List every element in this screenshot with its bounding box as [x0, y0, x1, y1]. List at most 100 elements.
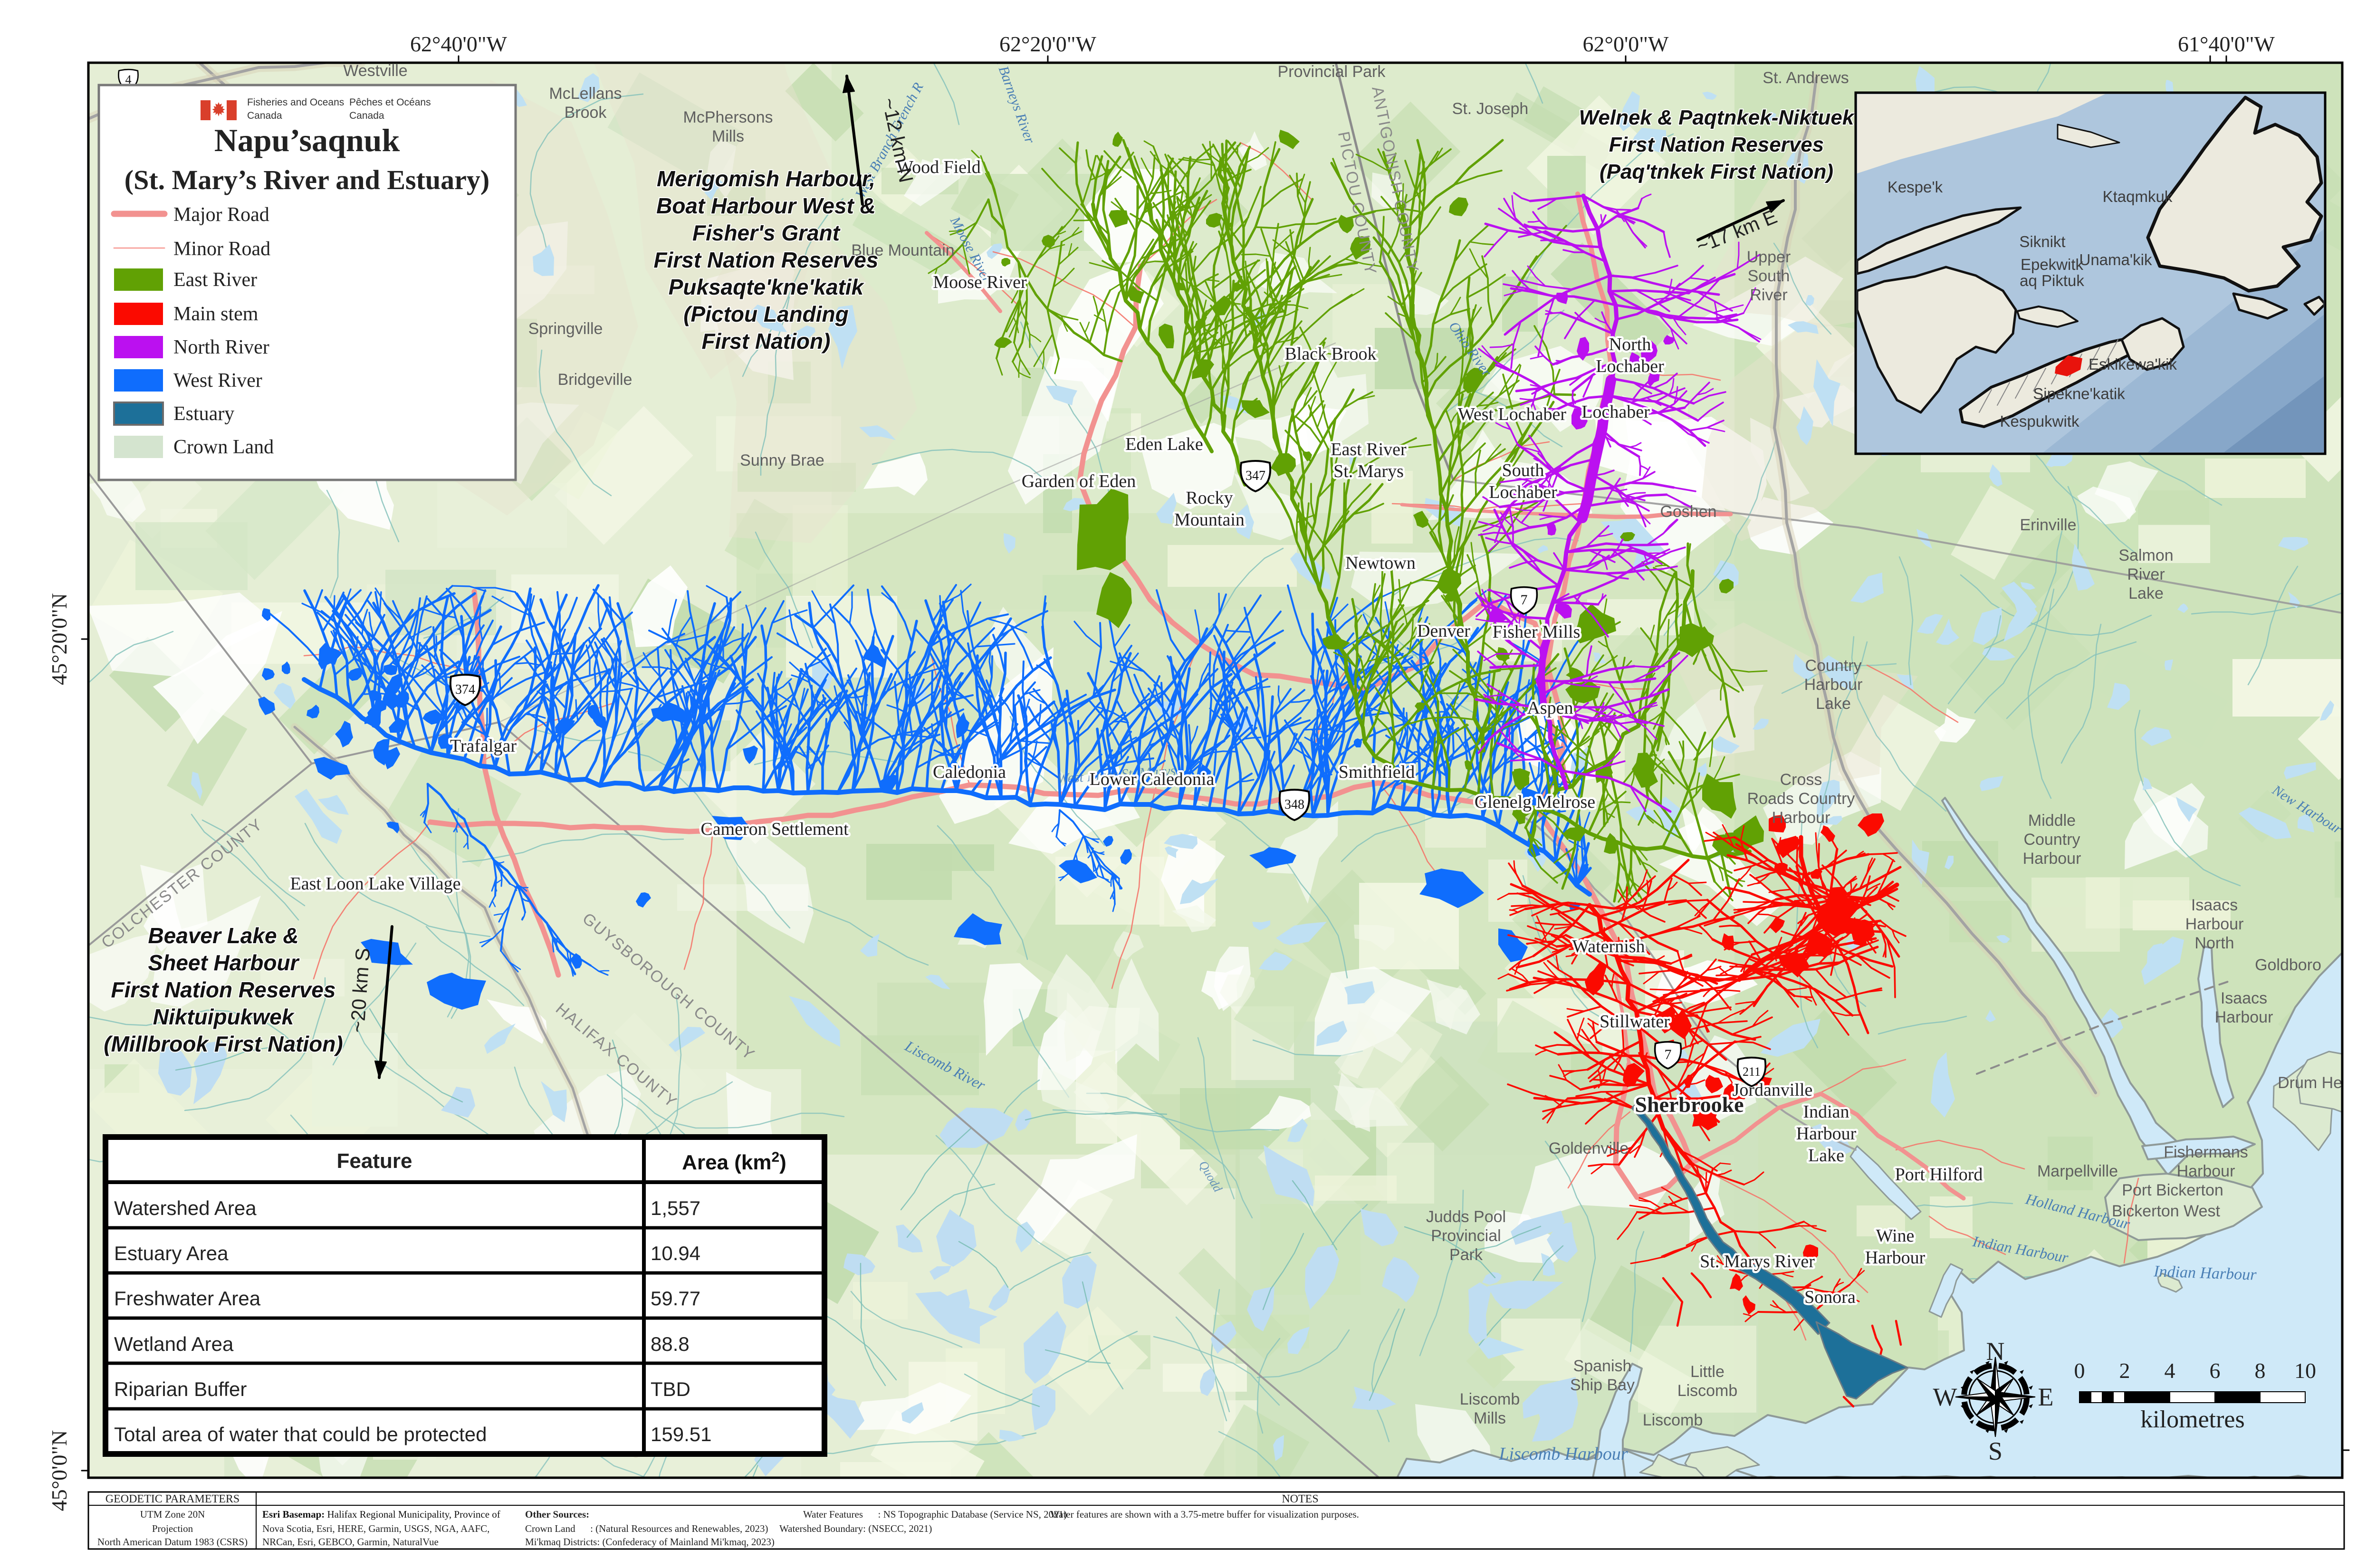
svg-text:Kespe'k: Kespe'k	[1887, 178, 1943, 196]
svg-text:Kespukwitk: Kespukwitk	[2000, 412, 2079, 430]
svg-text:North: North	[1609, 335, 1651, 354]
svg-text:Esri Basemap: Halifax Regional: Esri Basemap: Halifax Regional Municipal…	[262, 1509, 500, 1520]
svg-text:Watershed Boundary: (NSECC, 20: Watershed Boundary: (NSECC, 2021)	[779, 1523, 932, 1534]
svg-text:Wetland Area: Wetland Area	[114, 1333, 234, 1355]
svg-text:2: 2	[2119, 1358, 2130, 1383]
svg-text:Ship Bay: Ship Bay	[1570, 1376, 1635, 1394]
svg-text:62°40'0"W: 62°40'0"W	[410, 32, 507, 56]
svg-text:374: 374	[455, 682, 475, 697]
svg-text:Garden of Eden: Garden of Eden	[1022, 471, 1136, 491]
svg-text:Salmon: Salmon	[2118, 546, 2173, 564]
svg-text:Major Road: Major Road	[173, 204, 269, 226]
svg-text:159.51: 159.51	[651, 1423, 711, 1445]
svg-text:St. Marys River: St. Marys River	[1700, 1252, 1815, 1272]
svg-text:Mills: Mills	[712, 127, 744, 145]
svg-text:Aspen: Aspen	[1527, 698, 1573, 718]
svg-text:Lake: Lake	[1816, 695, 1851, 713]
svg-text:Unama'kik: Unama'kik	[2079, 251, 2152, 268]
svg-text:St. Joseph: St. Joseph	[1452, 100, 1529, 118]
svg-text:Minor Road: Minor Road	[173, 238, 270, 260]
svg-text:Mountain: Mountain	[1174, 510, 1245, 530]
svg-text:Goldboro: Goldboro	[2255, 956, 2321, 974]
svg-text:NOTES: NOTES	[1282, 1493, 1318, 1505]
svg-text:GEODETIC PARAMETERS: GEODETIC PARAMETERS	[105, 1493, 240, 1505]
svg-text:45°0'0"N: 45°0'0"N	[47, 1430, 71, 1511]
svg-text:Westville: Westville	[343, 62, 407, 80]
svg-text:Provincial Park: Provincial Park	[1278, 63, 1386, 81]
svg-text:Goshen: Goshen	[1660, 503, 1716, 521]
svg-text:Glenelg Melrose: Glenelg Melrose	[1475, 792, 1595, 812]
svg-text:10: 10	[2294, 1358, 2316, 1383]
svg-text:First Nation Reserves: First Nation Reserves	[654, 248, 879, 272]
svg-text:Feature: Feature	[337, 1149, 412, 1173]
svg-text:Country: Country	[1805, 657, 1861, 675]
svg-text:6: 6	[2210, 1358, 2221, 1383]
svg-text:8: 8	[2255, 1358, 2266, 1383]
svg-text:North American Datum 1983 (CSR: North American Datum 1983 (CSRS)	[97, 1536, 248, 1548]
svg-text:Riparian Buffer: Riparian Buffer	[114, 1378, 247, 1400]
svg-text:Epekwitk: Epekwitk	[2021, 256, 2084, 273]
svg-text:Lower Caledonia: Lower Caledonia	[1090, 769, 1215, 789]
svg-text:Isaacs: Isaacs	[2191, 896, 2238, 914]
svg-text:Liscomb: Liscomb	[1460, 1390, 1520, 1408]
svg-text:East River: East River	[1331, 440, 1407, 459]
svg-text:Bridgeville: Bridgeville	[558, 371, 632, 389]
svg-text:Cross: Cross	[1780, 771, 1822, 789]
svg-text:Estuary Area: Estuary Area	[114, 1242, 229, 1264]
svg-text:First Nation): First Nation)	[702, 329, 831, 354]
svg-text:0: 0	[2074, 1358, 2085, 1383]
svg-text:St. Andrews: St. Andrews	[1763, 69, 1849, 87]
svg-text:(St. Mary’s River and Estuary): (St. Mary’s River and Estuary)	[125, 164, 489, 195]
svg-text:Napu’saqnuk: Napu’saqnuk	[214, 122, 400, 158]
svg-text:Eskikewa'kik: Eskikewa'kik	[2089, 355, 2177, 373]
svg-text:Harbour: Harbour	[2185, 915, 2244, 933]
svg-text:Moose River: Moose River	[933, 272, 1027, 292]
svg-text:Harbour: Harbour	[2215, 1008, 2273, 1026]
svg-text:NRCan, Esri, GEBCO, Garmin, Na: NRCan, Esri, GEBCO, Garmin, NaturalVue	[262, 1536, 439, 1548]
svg-text:First Nation Reserves: First Nation Reserves	[1609, 133, 1824, 156]
svg-text:Other Sources:: Other Sources:	[525, 1509, 589, 1520]
svg-text:E: E	[2038, 1383, 2054, 1411]
svg-text:Smithfield: Smithfield	[1339, 762, 1415, 782]
svg-text:Sherbrooke: Sherbrooke	[1635, 1092, 1744, 1117]
svg-text:West Lochaber: West Lochaber	[1458, 404, 1566, 424]
svg-text:Harbour: Harbour	[2023, 850, 2081, 868]
svg-text:UTM Zone 20N: UTM Zone 20N	[140, 1509, 205, 1520]
svg-text:Puksaqte'kne'katik: Puksaqte'kne'katik	[669, 275, 865, 299]
svg-text:10.94: 10.94	[651, 1242, 700, 1264]
svg-text:Total area of water that could: Total area of water that could be protec…	[114, 1423, 487, 1445]
svg-text:Mills: Mills	[1474, 1409, 1506, 1427]
svg-text:TBD: TBD	[651, 1378, 690, 1400]
svg-text:Port Bickerton: Port Bickerton	[2122, 1181, 2223, 1199]
svg-text:First Nation Reserves: First Nation Reserves	[111, 977, 336, 1002]
svg-text:Sunny Brae: Sunny Brae	[740, 451, 824, 469]
svg-text:kilometres: kilometres	[2140, 1406, 2245, 1433]
svg-text:Waternish: Waternish	[1572, 937, 1645, 956]
svg-text:Niktuipukwek: Niktuipukwek	[153, 1004, 295, 1029]
svg-text:Denver: Denver	[1417, 621, 1470, 641]
svg-text:Lochaber: Lochaber	[1489, 482, 1557, 502]
svg-text:7: 7	[1665, 1047, 1672, 1062]
svg-text:Trafalgar: Trafalgar	[450, 736, 517, 756]
svg-text:East Loon Lake Village: East Loon Lake Village	[290, 874, 461, 894]
svg-text:South: South	[1502, 460, 1544, 480]
svg-text:Isaacs: Isaacs	[2221, 989, 2267, 1007]
svg-text:(Pictou Landing: (Pictou Landing	[683, 302, 849, 326]
svg-text:Estuary: Estuary	[173, 403, 234, 425]
svg-text:West River: West River	[173, 370, 262, 392]
svg-text:88.8: 88.8	[651, 1333, 690, 1355]
svg-text:Springville: Springville	[528, 320, 603, 338]
svg-text:Lake: Lake	[2128, 584, 2164, 602]
svg-text:Park: Park	[1449, 1246, 1483, 1264]
svg-text:Sonora: Sonora	[1804, 1287, 1856, 1307]
svg-text:Harbour: Harbour	[1804, 676, 1863, 694]
svg-text:Harbour: Harbour	[2177, 1162, 2235, 1180]
svg-text:Marpellville: Marpellville	[2037, 1162, 2118, 1180]
svg-text:Lake: Lake	[1808, 1146, 1844, 1166]
svg-text:Sheet Harbour: Sheet Harbour	[148, 950, 300, 975]
svg-text:Water Features : NS Topograph: Water Features : NS Topographic Database…	[803, 1509, 1067, 1520]
svg-text:Ktaqmkuk: Ktaqmkuk	[2103, 188, 2173, 205]
svg-text:7: 7	[1521, 592, 1528, 608]
svg-text:Water features are shown with: Water features are shown with a 3.75-met…	[1050, 1509, 1359, 1520]
svg-text:45°20'0"N: 45°20'0"N	[47, 593, 71, 685]
